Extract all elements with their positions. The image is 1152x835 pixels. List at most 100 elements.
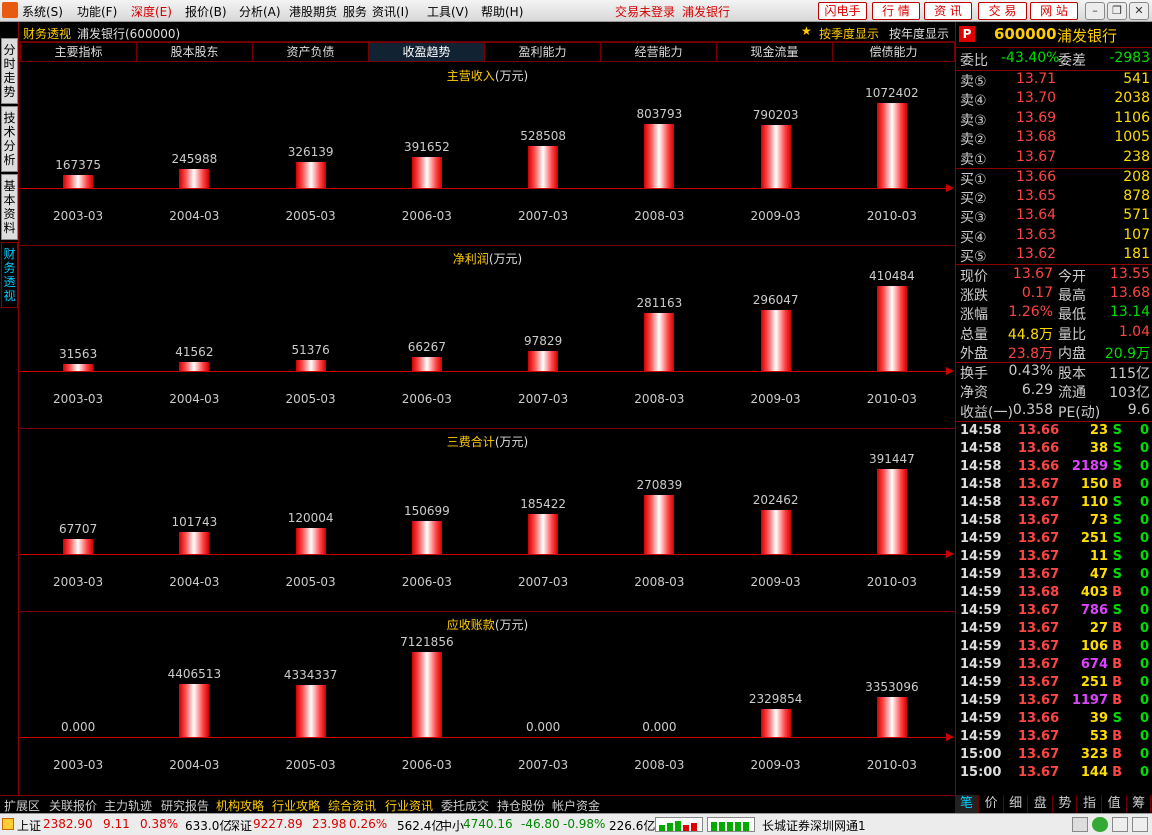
tab-cashflow[interactable]: 现金流量 xyxy=(716,42,833,62)
minimize-icon[interactable]: – xyxy=(1085,2,1105,20)
stock-name: 浦发银行 xyxy=(1057,27,1118,45)
right-tab[interactable]: 盘 xyxy=(1029,795,1053,813)
axis-arrow-icon xyxy=(946,184,954,192)
connection-icon[interactable] xyxy=(1092,817,1108,832)
restore-icon[interactable]: ❐ xyxy=(1107,2,1127,20)
lock-icon[interactable] xyxy=(1112,817,1128,832)
tick-row: 14:59 13.67 251 S 0 xyxy=(960,531,1149,546)
menu-hk-futures[interactable]: 港股期货 xyxy=(289,3,337,20)
x-tick-label: 2008-03 xyxy=(634,392,685,406)
menu-bar: 系统(S) 功能(F) 深度(E) 报价(B) 分析(A) 港股期货 服务 资讯… xyxy=(0,0,1152,22)
tab-balance[interactable]: 资产负债 xyxy=(252,42,369,62)
buy-level-row: 买③ 13.64 571 xyxy=(960,207,1150,227)
chart-bar xyxy=(644,495,675,554)
bottom-tab[interactable]: 关联报价 xyxy=(49,797,97,814)
chart-bar xyxy=(528,513,559,554)
tab-intraday[interactable]: 分时走势 xyxy=(1,38,18,104)
section-title: 财务透视 xyxy=(23,27,72,41)
tab-fundamentals[interactable]: 基本资料 xyxy=(1,174,18,240)
menu-analysis[interactable]: 分析(A) xyxy=(239,3,281,20)
axis-arrow-icon xyxy=(946,733,954,741)
chart-bar xyxy=(295,527,326,554)
axis-arrow-icon xyxy=(946,367,954,375)
network-bars-icon xyxy=(707,817,755,832)
chart-title-2: 三费合计(万元) xyxy=(446,435,529,449)
bottom-tab[interactable]: 扩展区 xyxy=(4,797,40,814)
x-tick-label: 2003-03 xyxy=(53,575,104,589)
news-button[interactable]: 资 讯 xyxy=(924,2,972,20)
chart-title-1: 净利润(万元) xyxy=(452,252,523,266)
menu-quote[interactable]: 报价(B) xyxy=(185,3,227,20)
sell-level-row: 卖④ 13.70 2038 xyxy=(960,90,1150,110)
bar-value-label: 281163 xyxy=(636,295,683,310)
menu-system[interactable]: 系统(S) xyxy=(22,3,63,20)
chart-bar xyxy=(295,360,326,371)
bottom-tab[interactable]: 行业资讯 xyxy=(385,797,433,814)
tick-row: 15:00 13.67 323 B 0 xyxy=(960,747,1149,762)
bar-value-label: 803793 xyxy=(636,107,683,122)
tab-financial[interactable]: 财务透视 xyxy=(1,242,18,308)
right-tab[interactable]: 价 xyxy=(980,795,1004,813)
settings-icon[interactable] xyxy=(1132,817,1148,832)
tab-solvency[interactable]: 偿债能力 xyxy=(832,42,955,62)
menu-depth[interactable]: 深度(E) xyxy=(131,3,172,20)
chart-bar xyxy=(179,362,210,371)
menu-help[interactable]: 帮助(H) xyxy=(481,3,523,20)
season-display-button[interactable]: 按季度显示 xyxy=(819,25,879,42)
tab-profitability[interactable]: 盈利能力 xyxy=(484,42,601,62)
menu-info[interactable]: 资讯(I) xyxy=(372,3,409,20)
bottom-tabs: 扩展区 关联报价 主力轨迹 研究报告 机构攻略 行业攻略 综合资讯 行业资讯 委托成交 持仓股份帐… xyxy=(0,795,955,813)
chart-bar xyxy=(876,103,907,188)
bottom-tab[interactable]: 机构攻略 xyxy=(216,797,264,814)
bottom-tab[interactable]: 综合资讯 xyxy=(328,797,376,814)
x-tick-label: 2003-03 xyxy=(53,209,104,223)
tick-row: 14:58 13.67 110 S 0 xyxy=(960,495,1149,510)
close-icon[interactable]: ✕ xyxy=(1129,2,1149,20)
bar-value-label: 1072402 xyxy=(865,86,919,100)
mail-icon[interactable] xyxy=(1072,817,1088,832)
bottom-tab[interactable]: 持仓股份 xyxy=(497,797,545,814)
tab-operations[interactable]: 经营能力 xyxy=(600,42,717,62)
website-button[interactable]: 网 站 xyxy=(1030,2,1078,20)
right-tab[interactable]: 筹 xyxy=(1127,795,1152,813)
menu-tools[interactable]: 工具(V) xyxy=(427,3,469,20)
tab-main-indicators[interactable]: 主要指标 xyxy=(20,42,137,62)
trade-button[interactable]: 交 易 xyxy=(978,2,1027,20)
chart-bar xyxy=(760,709,791,737)
bottom-tab[interactable]: 研究报告 xyxy=(161,797,209,814)
tick-row: 14:59 13.67 53 B 0 xyxy=(960,729,1149,744)
right-tab[interactable]: 笔 xyxy=(955,795,979,813)
broker-name: 长城证券深圳网通1 xyxy=(762,819,866,833)
tick-row: 14:59 13.68 403 B 0 xyxy=(960,585,1149,600)
zx-amount: 226.6亿 xyxy=(609,819,656,833)
bottom-tab[interactable]: 行业攻略 xyxy=(272,797,320,814)
x-tick-label: 2003-03 xyxy=(53,758,104,772)
bar-value-label: 3353096 xyxy=(865,679,919,694)
sh-pct: 0.38% xyxy=(140,817,179,831)
bottom-tab[interactable]: 委托成交 xyxy=(441,797,489,814)
sz-pct: 0.26% xyxy=(349,817,388,831)
menu-function[interactable]: 功能(F) xyxy=(77,3,117,20)
bar-value-label: 101743 xyxy=(171,514,218,529)
bottom-tab[interactable]: 帐户资金 xyxy=(552,797,600,814)
chart-bar xyxy=(760,510,791,554)
bottom-tab[interactable]: 主力轨迹 xyxy=(104,797,152,814)
flash-button[interactable]: 闪电手 xyxy=(818,2,867,20)
right-tab[interactable]: 势 xyxy=(1053,795,1078,813)
tab-technical[interactable]: 技术分析 xyxy=(1,106,18,172)
tab-shareholders[interactable]: 股本股东 xyxy=(136,42,253,62)
year-display-button[interactable]: 按年度显示 xyxy=(889,25,949,42)
menu-service[interactable]: 服务 xyxy=(343,3,367,20)
right-tab[interactable]: 值 xyxy=(1103,795,1127,813)
market-button[interactable]: 行 情 xyxy=(872,2,920,20)
chart-bar xyxy=(295,162,326,188)
x-tick-label: 2008-03 xyxy=(634,758,685,772)
bar-value-label: 185422 xyxy=(520,496,567,511)
chart-bar xyxy=(411,652,442,737)
right-tab[interactable]: 指 xyxy=(1078,795,1102,813)
sh-amount: 633.0亿 xyxy=(185,819,232,833)
x-tick-label: 2010-03 xyxy=(866,209,917,223)
tab-revenue-trend[interactable]: 收盈趋势 xyxy=(368,42,485,62)
tick-row: 14:59 13.67 47 S 0 xyxy=(960,567,1149,582)
right-tab[interactable]: 细 xyxy=(1004,795,1029,813)
